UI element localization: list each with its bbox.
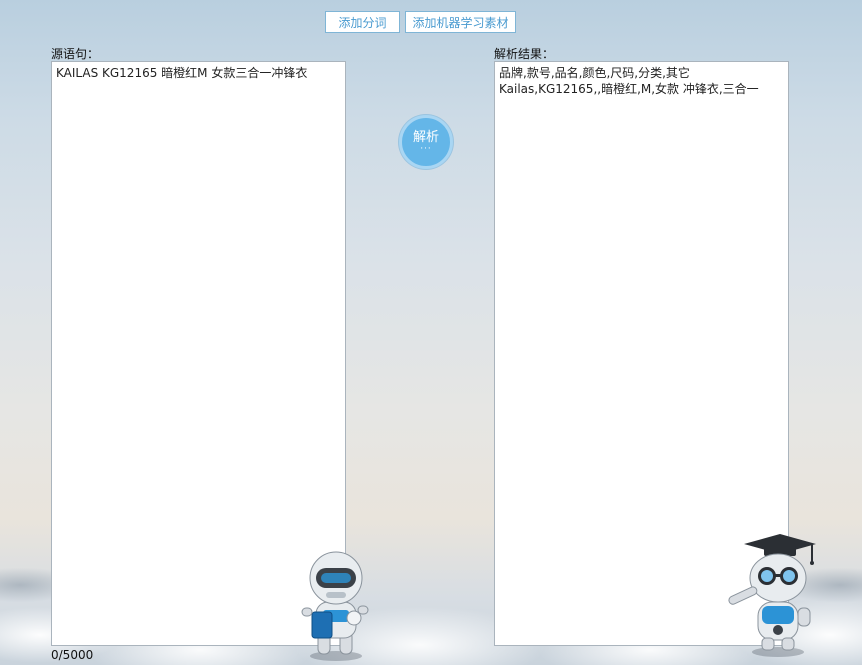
- result-label: 解析结果：: [494, 47, 555, 61]
- parse-button[interactable]: 解析 ···: [399, 115, 453, 169]
- add-segment-button[interactable]: 添加分词: [325, 11, 400, 33]
- parse-button-dots: ···: [420, 144, 432, 154]
- char-counter: 0/5000: [51, 648, 94, 662]
- graduate-robot-icon: [728, 534, 816, 657]
- parse-button-label: 解析: [412, 130, 439, 145]
- source-label: 源语句：: [51, 47, 100, 61]
- add-ml-material-button[interactable]: 添加机器学习素材: [405, 11, 516, 33]
- astronaut-robot-icon: [301, 551, 369, 661]
